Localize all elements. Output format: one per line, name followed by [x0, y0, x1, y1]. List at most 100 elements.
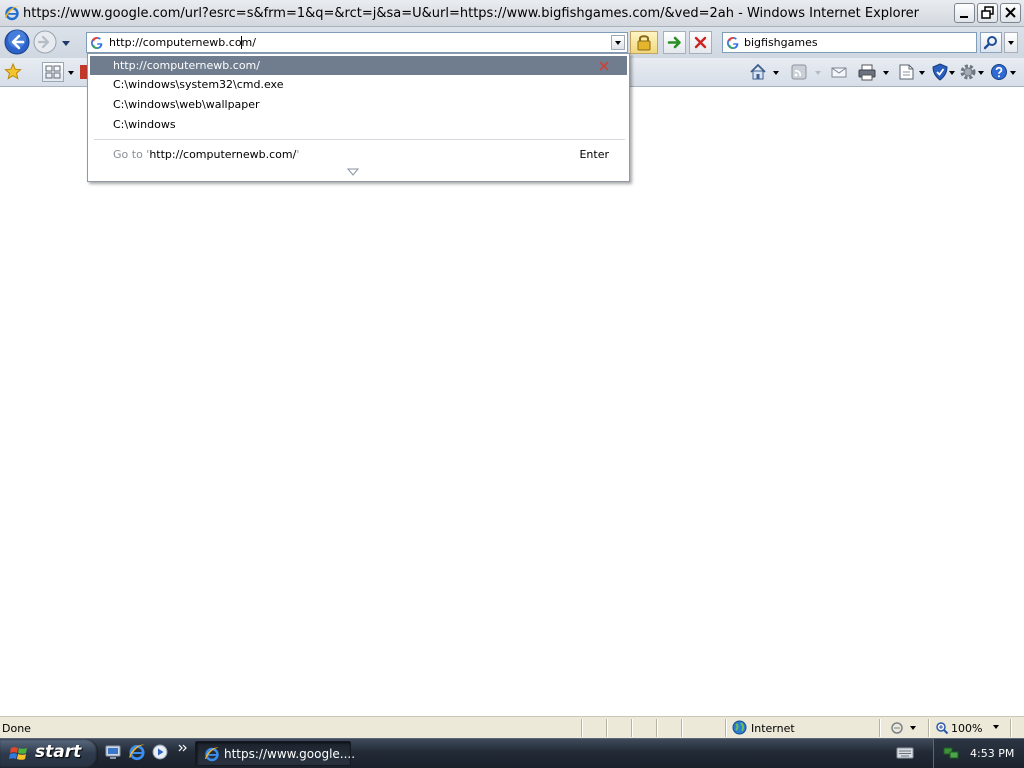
tools-gear-icon[interactable] — [958, 62, 978, 82]
safety-dropdown-icon[interactable] — [947, 62, 957, 82]
go-to-suggestion[interactable]: Go to 'http://computernewb.com/' — [113, 148, 299, 161]
enter-hint: Enter — [579, 148, 609, 161]
search-options-dropdown[interactable] — [1004, 32, 1018, 53]
divider — [928, 719, 929, 737]
zone-label: Internet — [751, 722, 795, 735]
close-button[interactable] — [1000, 3, 1021, 23]
address-dropdown-button[interactable] — [611, 35, 625, 50]
divider — [725, 719, 726, 737]
zoom-icon — [936, 722, 949, 735]
restore-icon — [981, 6, 994, 19]
address-input[interactable] — [109, 34, 609, 51]
search-box[interactable] — [722, 32, 977, 53]
google-icon — [727, 37, 739, 49]
search-input[interactable] — [744, 34, 972, 51]
autocomplete-item[interactable]: http://computernewb.com/ — [90, 56, 627, 75]
taskbar-window-label: https://www.google.... — [224, 747, 356, 761]
address-bar[interactable] — [86, 32, 628, 53]
page-dropdown-icon[interactable] — [917, 62, 927, 82]
autocomplete-item[interactable]: C:\windows\web\wallpaper — [90, 95, 627, 114]
divider — [606, 719, 607, 737]
quick-tabs-button[interactable] — [42, 62, 64, 82]
chevron-down-icon — [993, 725, 999, 729]
page-menu-icon[interactable] — [897, 62, 917, 82]
divider — [879, 719, 880, 737]
protected-mode-icon[interactable] — [890, 721, 918, 735]
help-icon[interactable] — [989, 62, 1009, 82]
start-button[interactable]: start — [0, 739, 98, 768]
close-icon — [1005, 7, 1016, 18]
divider — [656, 719, 657, 737]
feeds-dropdown-icon[interactable] — [813, 62, 823, 82]
lock-icon — [637, 35, 651, 51]
network-icon[interactable] — [943, 746, 959, 760]
restore-button[interactable] — [977, 3, 998, 23]
address-autocomplete-dropdown: http://computernewb.com/ C:\windows\syst… — [87, 53, 630, 182]
keyboard-icon[interactable] — [896, 746, 914, 760]
quick-tabs-icon — [45, 65, 61, 79]
minimize-button[interactable] — [954, 3, 975, 23]
ie-icon — [205, 747, 219, 762]
tab-list-dropdown-icon[interactable] — [66, 62, 76, 82]
forward-button[interactable] — [33, 30, 57, 54]
autocomplete-item-label: C:\windows — [113, 118, 176, 131]
status-text: Done — [2, 722, 31, 735]
search-icon — [983, 36, 997, 50]
go-to-suffix: ' — [296, 148, 300, 161]
autocomplete-item[interactable]: C:\windows\system32\cmd.exe — [90, 75, 627, 94]
window-title: https://www.google.com/url?esrc=s&frm=1&… — [23, 6, 919, 21]
text-caret — [241, 36, 242, 49]
start-label: start — [35, 742, 82, 762]
expand-more-icon[interactable] — [347, 168, 359, 176]
media-player-icon[interactable] — [151, 743, 169, 761]
chevron-double-right-icon[interactable] — [178, 743, 188, 753]
window-title-bar[interactable]: https://www.google.com/url?esrc=s&frm=1&… — [0, 0, 1024, 27]
zoom-control[interactable]: 100% — [935, 720, 1005, 736]
back-button[interactable] — [4, 29, 30, 55]
go-to-url: http://computernewb.com/ — [149, 148, 297, 161]
feeds-icon[interactable] — [790, 62, 808, 82]
chevron-down-icon — [1008, 41, 1014, 45]
ie-icon[interactable] — [128, 743, 146, 761]
autocomplete-item-label: http://computernewb.com/ — [113, 59, 260, 72]
windows-flag-icon — [9, 747, 27, 760]
security-report-button[interactable] — [630, 31, 658, 54]
zoom-level: 100% — [951, 722, 983, 735]
search-button[interactable] — [980, 32, 1002, 53]
chevron-down-icon — [615, 41, 621, 45]
minimize-icon — [960, 16, 968, 18]
home-icon[interactable] — [748, 62, 768, 82]
mail-icon[interactable] — [830, 62, 848, 82]
divider — [94, 139, 625, 140]
home-dropdown-icon[interactable] — [771, 62, 781, 82]
globe-icon — [732, 720, 747, 735]
autocomplete-item-label: C:\windows\web\wallpaper — [113, 98, 260, 111]
stop-button[interactable] — [689, 31, 712, 54]
back-arrow-icon — [4, 29, 30, 55]
print-dropdown-icon[interactable] — [881, 62, 891, 82]
status-bar: Done Internet 100% — [0, 716, 1024, 738]
tools-dropdown-icon[interactable] — [976, 62, 986, 82]
forward-arrow-icon — [33, 30, 57, 54]
ie-icon — [5, 6, 19, 21]
go-to-prefix: Go to ' — [113, 148, 150, 161]
go-button[interactable] — [663, 31, 686, 54]
print-icon[interactable] — [857, 62, 877, 82]
divider — [631, 719, 632, 737]
taskbar-window-button[interactable]: https://www.google.... — [195, 741, 355, 766]
delete-entry-icon[interactable] — [599, 61, 609, 71]
go-arrow-icon — [667, 36, 681, 49]
clock: 4:53 PM — [970, 747, 1015, 760]
favorites-star-icon[interactable] — [4, 62, 22, 82]
google-icon — [91, 37, 103, 49]
recent-pages-dropdown-icon[interactable] — [60, 38, 72, 48]
divider — [1010, 719, 1011, 737]
system-tray: 4:53 PM — [933, 739, 1024, 768]
divider — [681, 719, 682, 737]
divider — [581, 719, 582, 737]
help-dropdown-icon[interactable] — [1008, 62, 1018, 82]
stop-x-icon — [694, 36, 707, 49]
autocomplete-item-label: C:\windows\system32\cmd.exe — [113, 78, 284, 91]
autocomplete-item[interactable]: C:\windows — [90, 115, 627, 134]
desktop-icon[interactable] — [104, 743, 122, 761]
